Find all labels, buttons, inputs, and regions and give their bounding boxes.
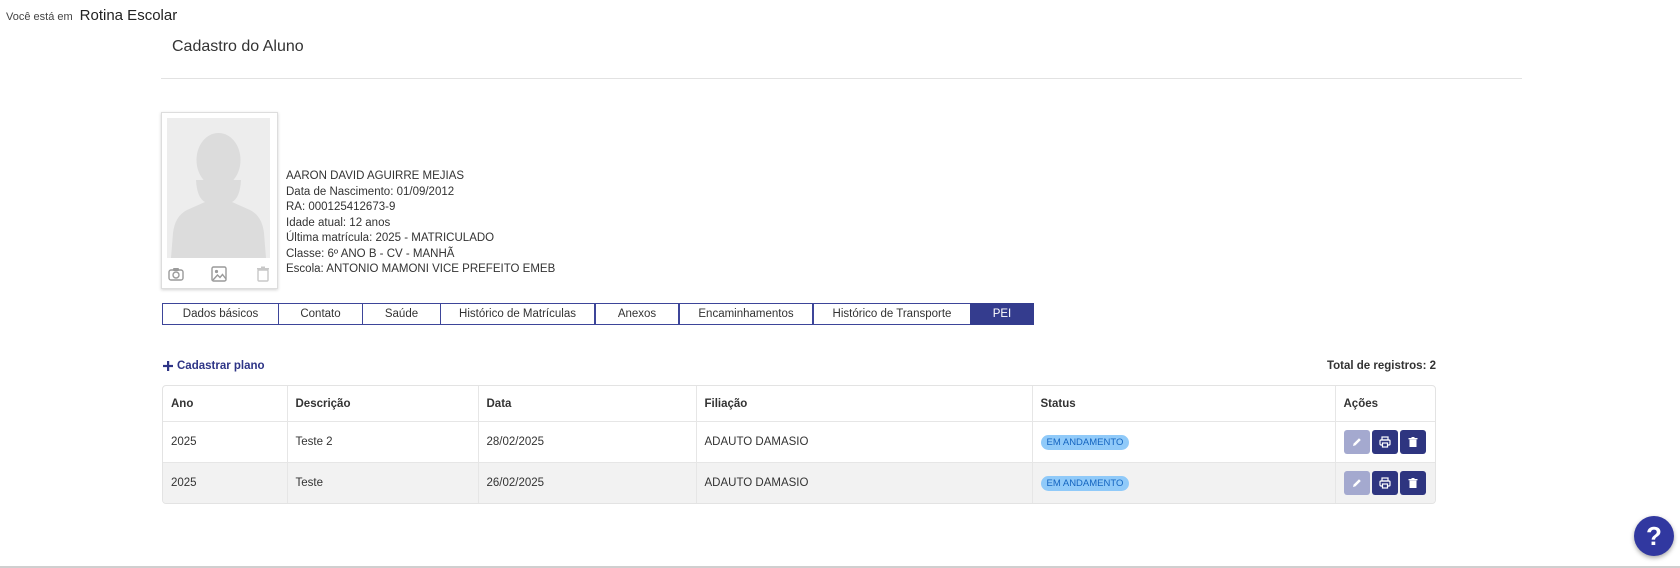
delete-button[interactable] — [1399, 471, 1426, 495]
breadcrumb-prefix: Você está em — [6, 11, 73, 23]
trash-icon[interactable] — [254, 265, 272, 283]
print-button[interactable] — [1371, 471, 1398, 495]
cell-status: EM ANDAMENTO — [1032, 421, 1336, 463]
tab-pei[interactable]: PEI — [970, 303, 1034, 325]
tab-historico-matriculas[interactable]: Histórico de Matrículas — [440, 303, 595, 325]
cell-status: EM ANDAMENTO — [1032, 462, 1336, 503]
printer-icon — [1378, 477, 1391, 489]
printer-icon — [1378, 436, 1391, 448]
avatar-placeholder — [167, 118, 270, 258]
edit-button[interactable] — [1343, 471, 1370, 495]
cell-descricao: Teste — [287, 462, 479, 503]
student-photo-card — [161, 112, 278, 289]
add-plan-button[interactable]: Cadastrar plano — [163, 360, 265, 372]
breadcrumb-current[interactable]: Rotina Escolar — [80, 7, 178, 24]
student-name: AARON DAVID AGUIRRE MEJIAS — [286, 170, 465, 182]
cell-actions — [1335, 421, 1435, 463]
tab-dados-basicos[interactable]: Dados básicos — [162, 303, 279, 325]
col-header-data[interactable]: Data — [478, 386, 697, 422]
total-records: Total de registros: 2 — [1326, 360, 1436, 372]
cell-filiacao: ADAUTO DAMASIO — [696, 462, 1033, 503]
cell-descricao: Teste 2 — [287, 421, 479, 463]
cell-ano: 2025 — [163, 462, 288, 503]
status-badge: EM ANDAMENTO — [1040, 434, 1130, 450]
col-header-ano[interactable]: Ano — [163, 386, 288, 422]
delete-button[interactable] — [1399, 430, 1426, 454]
col-header-filiacao[interactable]: Filiação — [696, 386, 1033, 422]
student-class: Classe: 6º ANO B - CV - MANHÃ — [286, 247, 455, 260]
student-info: AARON DAVID AGUIRRE MEJIAS Data de Nasci… — [286, 169, 555, 278]
cell-filiacao: ADAUTO DAMASIO — [696, 421, 1033, 463]
breadcrumb: Você está em Rotina Escolar — [6, 7, 177, 24]
plus-icon — [163, 361, 173, 371]
page-title: Cadastro do Aluno — [172, 38, 304, 55]
camera-icon[interactable] — [167, 265, 185, 283]
cell-actions — [1335, 462, 1435, 503]
student-age: Idade atual: 12 anos — [286, 216, 391, 229]
cell-data: 28/02/2025 — [478, 421, 697, 463]
trash-icon — [1408, 437, 1417, 447]
cell-ano: 2025 — [163, 421, 288, 463]
student-ra: RA: 000125412673-9 — [286, 201, 396, 213]
image-icon[interactable] — [210, 265, 228, 283]
help-button[interactable]: ? — [1634, 516, 1674, 556]
title-divider — [161, 78, 1522, 79]
student-school: Escola: ANTONIO MAMONI VICE PREFEITO EME… — [286, 263, 556, 275]
add-plan-label: Cadastrar plano — [177, 360, 265, 372]
col-header-descricao[interactable]: Descrição — [287, 386, 479, 422]
tab-encaminhamentos[interactable]: Encaminhamentos — [679, 303, 813, 325]
trash-icon — [1408, 478, 1417, 488]
pencil-icon — [1352, 438, 1361, 446]
edit-button[interactable] — [1343, 430, 1370, 454]
col-header-acoes: Ações — [1335, 386, 1435, 422]
col-header-status[interactable]: Status — [1032, 386, 1336, 422]
table-header-row: Ano Descrição Data Filiação Status Ações — [163, 386, 1435, 422]
help-label: ? — [1646, 520, 1662, 551]
pei-table: Ano Descrição Data Filiação Status Ações… — [162, 385, 1436, 504]
tab-anexos[interactable]: Anexos — [595, 303, 679, 325]
tab-contato[interactable]: Contato — [278, 303, 363, 325]
student-birth-date: Data de Nascimento: 01/09/2012 — [286, 185, 455, 198]
pencil-icon — [1352, 479, 1361, 487]
student-last-enrollment: Última matrícula: 2025 - MATRICULADO — [286, 232, 495, 244]
status-badge: EM ANDAMENTO — [1040, 475, 1130, 491]
tab-historico-transporte[interactable]: Histórico de Transporte — [813, 303, 971, 325]
cell-data: 26/02/2025 — [478, 462, 697, 503]
tab-saude[interactable]: Saúde — [362, 303, 441, 325]
print-button[interactable] — [1371, 430, 1398, 454]
table-row: 2025 Teste 26/02/2025 ADAUTO DAMASIO EM … — [163, 462, 1435, 503]
table-row: 2025 Teste 2 28/02/2025 ADAUTO DAMASIO E… — [163, 421, 1435, 463]
